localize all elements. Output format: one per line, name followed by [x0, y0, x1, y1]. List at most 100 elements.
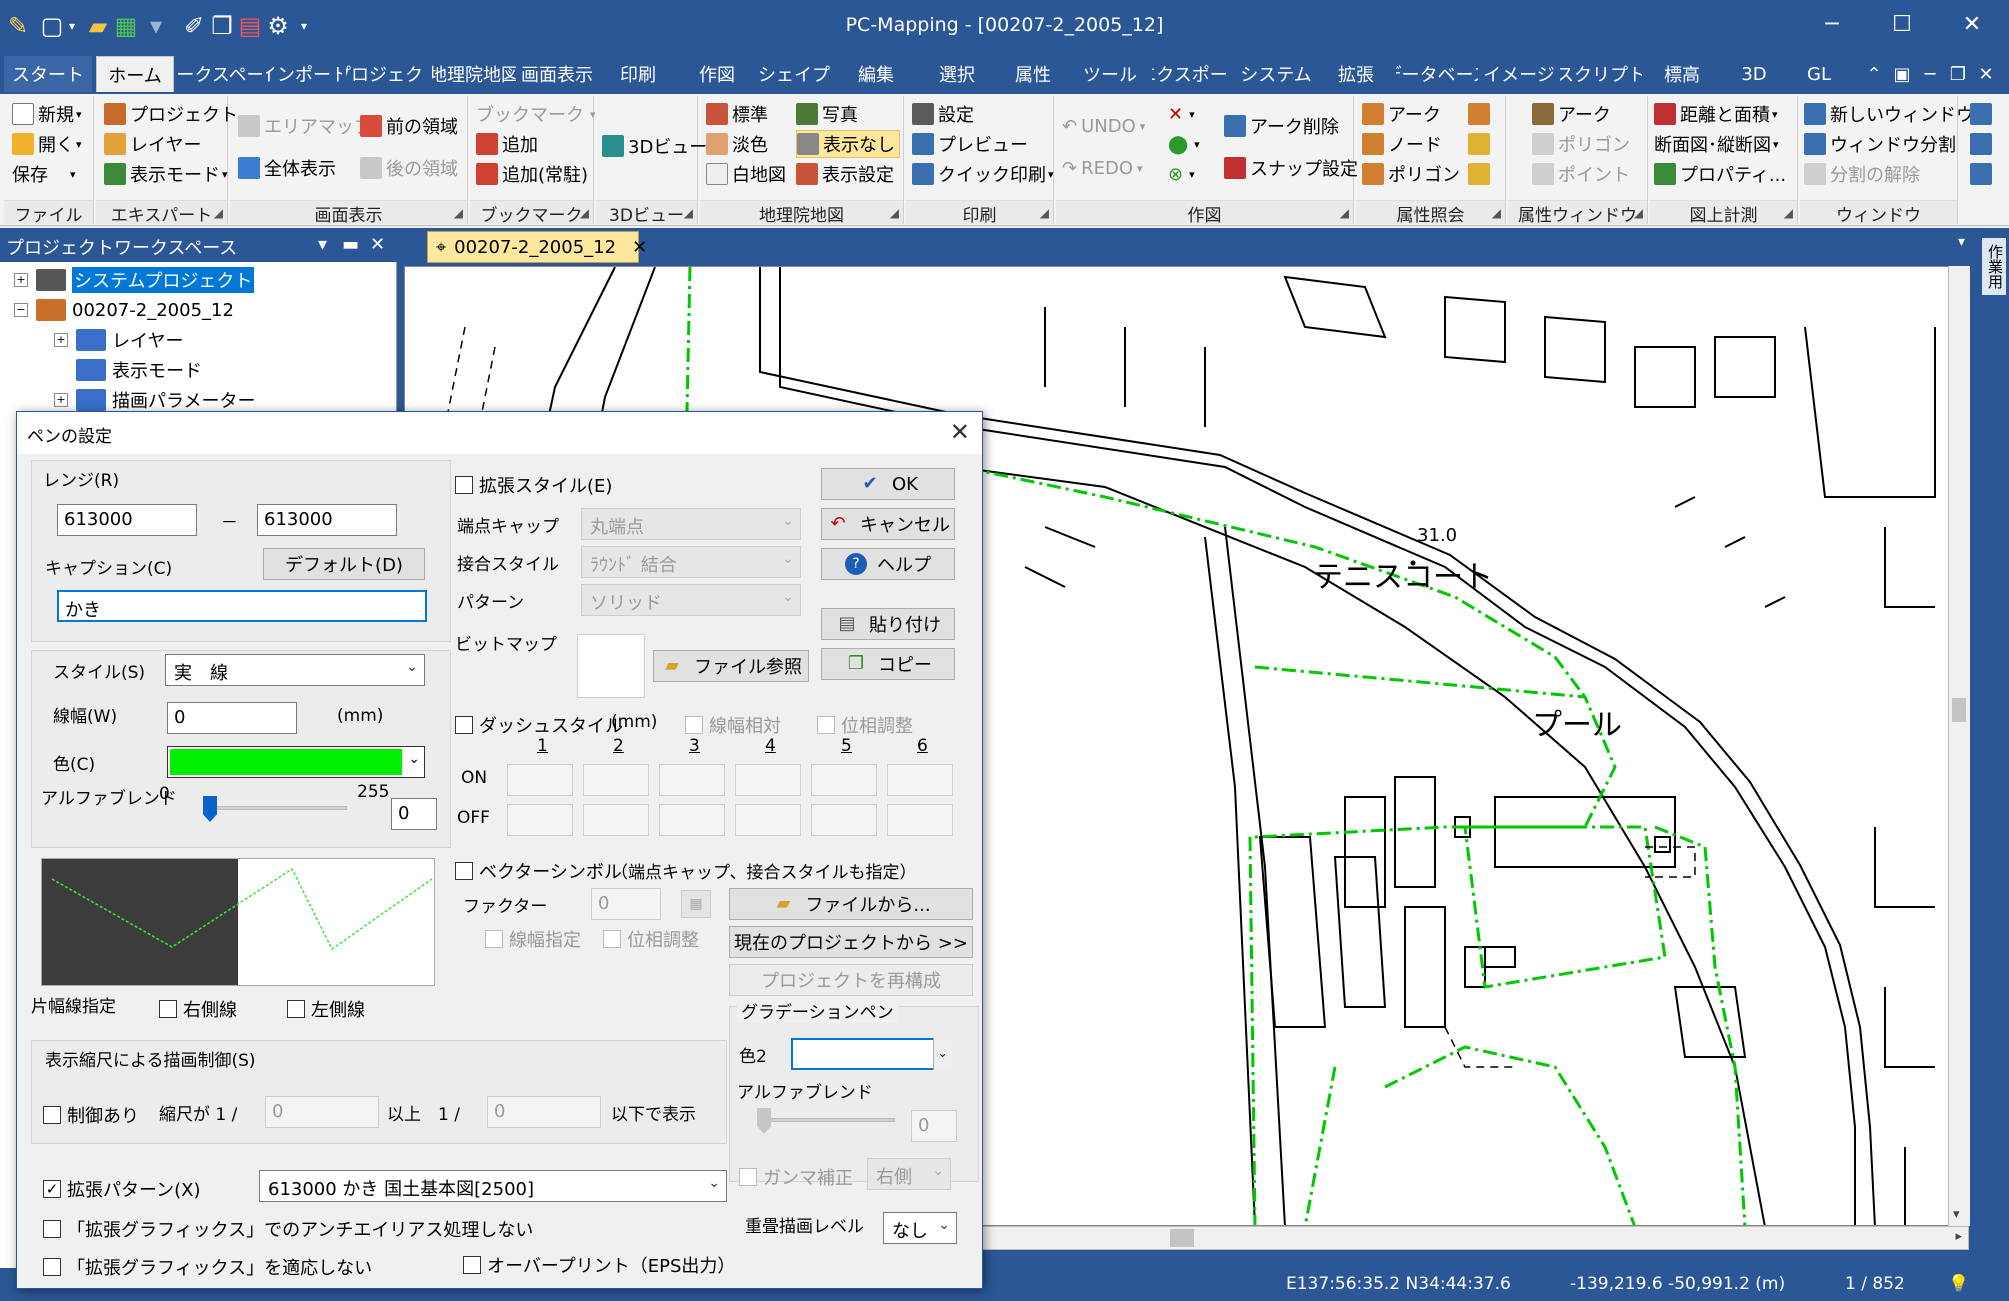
print-launcher-icon[interactable]: ◢: [1040, 206, 1049, 220]
tree-item-project[interactable]: −00207-2_2005_12: [14, 296, 234, 324]
tab-export[interactable]: エクスポート: [1152, 56, 1232, 92]
tree-item-system-project[interactable]: + システムプロジェクト: [14, 266, 255, 294]
tab-image[interactable]: イメージ: [1482, 56, 1556, 92]
attr-arc-button[interactable]: アーク: [1362, 100, 1441, 128]
from-project-button[interactable]: 現在のプロジェクトから >>: [729, 926, 973, 958]
gsi-blank-button[interactable]: 白地図: [706, 160, 786, 188]
color-dropdown-icon[interactable]: ⌄: [408, 751, 420, 767]
all-display-button[interactable]: 全体表示: [238, 154, 336, 182]
attr-window-launcher-icon[interactable]: ◢: [1634, 206, 1643, 220]
map-vertical-scrollbar[interactable]: ▾: [1948, 266, 1970, 1226]
attr-query-launcher-icon[interactable]: ◢: [1492, 206, 1501, 220]
cascade-button[interactable]: [1970, 100, 1996, 128]
attrwin-point-button[interactable]: ポイント: [1532, 160, 1630, 188]
tile-h-button[interactable]: [1970, 130, 1996, 158]
dash-off-3[interactable]: [659, 804, 725, 836]
document-tab[interactable]: ⌖ 00207-2_2005_12 ✕: [427, 231, 647, 263]
display-mode-button[interactable]: 表示モード ▾: [104, 160, 228, 188]
scale-max-input[interactable]: 0: [487, 1096, 601, 1128]
measure-property-button[interactable]: プロパティ...: [1654, 160, 1786, 188]
vector-symbol-checkbox[interactable]: ベクターシンボル: [455, 858, 622, 884]
dash-off-1[interactable]: [507, 804, 573, 836]
color-picker[interactable]: ⌄: [167, 746, 425, 778]
gsi-pale-button[interactable]: 淡色: [706, 130, 768, 158]
doc-list-icon[interactable]: ▾: [1958, 234, 1965, 250]
tile-v-button[interactable]: [1970, 160, 1996, 188]
dash-on-4[interactable]: [735, 764, 801, 796]
alpha-slider-track[interactable]: [203, 806, 347, 810]
close-button[interactable]: ✕: [1940, 0, 2004, 48]
tab-extension[interactable]: 拡張: [1320, 56, 1392, 92]
ext-pattern-dropdown[interactable]: 613000 かき 国土基本図[2500] ⌄: [259, 1170, 727, 1202]
no-ext-graphics-checkbox[interactable]: 「拡張グラフィックス」を適応しない: [43, 1254, 372, 1280]
tree-item-draw-params[interactable]: + 描画パラメーター: [54, 386, 255, 414]
tab-gsi-map[interactable]: 地理院地図: [432, 56, 516, 92]
expert-launcher-icon[interactable]: ◢: [214, 206, 223, 220]
expand-icon[interactable]: +: [54, 393, 68, 407]
color2-dropdown-icon[interactable]: ⌄: [933, 1038, 951, 1070]
doc-close-icon[interactable]: ✕: [1974, 56, 1998, 92]
next-area-button[interactable]: 後の領域: [360, 154, 458, 182]
tab-draw[interactable]: 作図: [682, 56, 752, 92]
workspace-pin-icon[interactable]: ▬: [342, 234, 359, 255]
tab-script[interactable]: スクリプト: [1560, 56, 1642, 92]
tree-item-layer[interactable]: + レイヤー: [54, 326, 183, 354]
redo-button[interactable]: ↷ REDO ▾: [1062, 154, 1143, 182]
tab-home[interactable]: ホーム: [96, 56, 174, 92]
attrwin-polygon-button[interactable]: ポリゴン: [1532, 130, 1630, 158]
width-spec-checkbox[interactable]: 線幅指定: [485, 926, 581, 952]
factor-input[interactable]: 0: [591, 888, 661, 920]
tab-edit[interactable]: 編集: [836, 56, 916, 92]
attr-extra2-button[interactable]: [1468, 130, 1494, 158]
attr-node-button[interactable]: ノード: [1362, 130, 1442, 158]
print-settings-button[interactable]: 設定: [912, 100, 974, 128]
ext-style-checkbox[interactable]: 拡張スタイル(E): [455, 472, 612, 498]
default-button[interactable]: デフォルト(D): [263, 548, 425, 580]
open-button[interactable]: 開く ▾: [12, 130, 82, 158]
gsi-no-display-button[interactable]: 表示なし: [796, 130, 900, 158]
help-button[interactable]: ? ヘルプ: [821, 548, 955, 580]
print-preview-button[interactable]: プレビュー: [912, 130, 1028, 158]
dash-off-6[interactable]: [887, 804, 953, 836]
unsplit-button[interactable]: 分割の解除: [1804, 160, 1920, 188]
workspace-close-icon[interactable]: ✕: [370, 234, 385, 255]
range-from-input[interactable]: 613000: [57, 504, 197, 536]
right-line-checkbox[interactable]: 右側線: [159, 996, 237, 1022]
tree-item-display-mode[interactable]: 表示モード: [76, 356, 202, 384]
doc-tab-close-icon[interactable]: ✕: [632, 237, 647, 258]
dialog-close-icon[interactable]: ✕: [950, 418, 970, 446]
from-file-button[interactable]: ▰ ファイルから...: [729, 888, 973, 920]
phase-adjust-checkbox[interactable]: 位相調整: [817, 712, 913, 738]
new-window-button[interactable]: 新しいウィンドウ: [1804, 100, 1974, 128]
width-input[interactable]: 0: [167, 702, 297, 734]
arc-delete-button[interactable]: アーク削除: [1224, 112, 1339, 140]
area-map-button[interactable]: エリアマップ: [238, 112, 372, 140]
phase-adjust2-checkbox[interactable]: 位相調整: [603, 926, 699, 952]
scale-min-input[interactable]: 0: [265, 1096, 379, 1128]
dash-on-2[interactable]: [583, 764, 649, 796]
view3d-button[interactable]: 3Dビュー: [602, 132, 707, 160]
attr-polygon-button[interactable]: ポリゴン: [1362, 160, 1460, 188]
tab-3d[interactable]: 3D: [1722, 56, 1786, 92]
relative-width-checkbox[interactable]: 線幅相対: [685, 712, 781, 738]
attr-extra3-button[interactable]: [1468, 160, 1494, 188]
view3d-launcher-icon[interactable]: ◢: [684, 206, 693, 220]
rebuild-project-button[interactable]: プロジェクトを再構成: [729, 964, 973, 996]
tab-screen[interactable]: 画面表示: [520, 56, 594, 92]
tab-workspace[interactable]: ワークスペース: [178, 56, 262, 92]
hscroll-thumb[interactable]: [1170, 1229, 1194, 1247]
doc-restore-icon[interactable]: ❐: [1946, 56, 1970, 92]
attrwin-arc-button[interactable]: アーク: [1532, 100, 1611, 128]
dash-on-6[interactable]: [887, 764, 953, 796]
save-button[interactable]: 保存 ▾: [12, 160, 76, 188]
dash-on-5[interactable]: [811, 764, 877, 796]
dash-on-1[interactable]: [507, 764, 573, 796]
dash-off-2[interactable]: [583, 804, 649, 836]
tab-project[interactable]: プロジェクト: [346, 56, 428, 92]
copy-button[interactable]: ❐ コピー: [821, 648, 955, 680]
draw-node-button[interactable]: ⊗ ▾: [1168, 160, 1195, 188]
cancel-button[interactable]: ↶ キャンセル: [821, 508, 955, 540]
control-checkbox[interactable]: 制御あり: [43, 1102, 139, 1128]
tab-attribute[interactable]: 属性: [998, 56, 1068, 92]
paste-button[interactable]: ▤ 貼り付け: [821, 608, 955, 640]
